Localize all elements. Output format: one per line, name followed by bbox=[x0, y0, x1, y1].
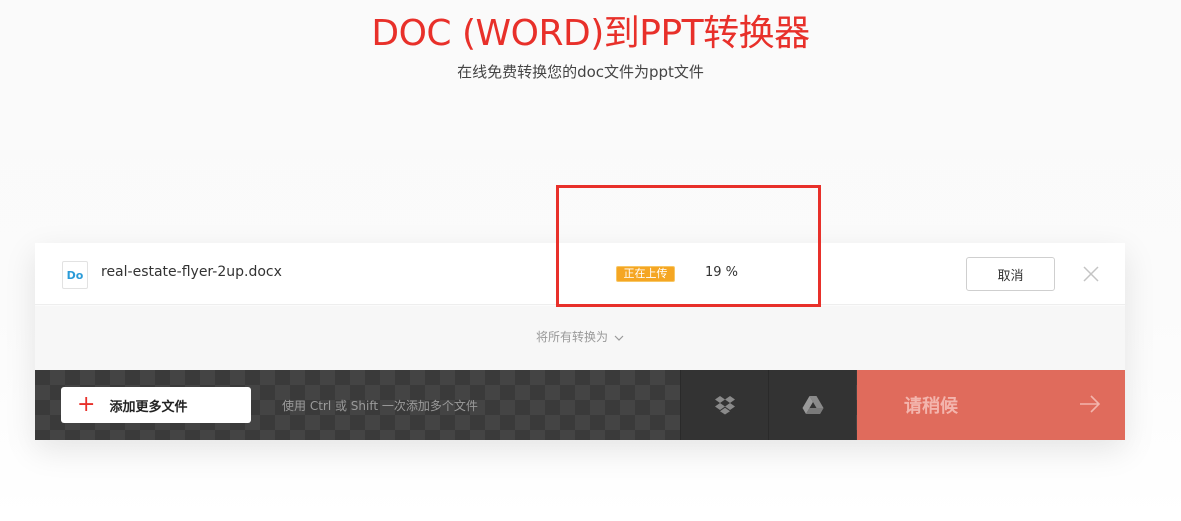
file-name: real-estate-flyer-2up.docx bbox=[101, 264, 282, 280]
arrow-right-icon bbox=[1080, 395, 1101, 413]
add-more-files-label: 添加更多文件 bbox=[109, 399, 188, 415]
google-drive-button[interactable] bbox=[768, 370, 856, 440]
doc-file-icon: Do bbox=[62, 261, 88, 289]
convert-all-label: 将所有转换为 bbox=[535, 330, 608, 344]
convert-all-row: 将所有转换为 bbox=[35, 306, 1125, 370]
dropbox-button[interactable] bbox=[680, 370, 768, 440]
highlight-annotation-box bbox=[556, 185, 821, 307]
wait-label: 请稍候 bbox=[904, 396, 958, 417]
cancel-button[interactable]: 取消 bbox=[966, 257, 1055, 291]
chevron-down-icon bbox=[614, 335, 624, 341]
dropbox-icon bbox=[714, 396, 735, 415]
convert-all-dropdown[interactable]: 将所有转换为 bbox=[35, 328, 1125, 345]
plus-icon: + bbox=[77, 392, 96, 417]
add-more-files-button[interactable]: + 添加更多文件 bbox=[61, 387, 251, 423]
page-title: DOC (WORD)到PPT转换器 bbox=[371, 13, 810, 54]
close-icon[interactable] bbox=[1082, 265, 1100, 283]
page-subtitle: 在线免费转换您的doc文件为ppt文件 bbox=[457, 63, 704, 81]
bottom-toolbar: + 添加更多文件 使用 Ctrl 或 Shift 一次添加多个文件 请稍候 bbox=[35, 370, 1125, 440]
wait-button[interactable]: 请稍候 bbox=[857, 370, 1125, 440]
multi-select-hint: 使用 Ctrl 或 Shift 一次添加多个文件 bbox=[282, 399, 478, 413]
google-drive-icon bbox=[802, 396, 823, 414]
